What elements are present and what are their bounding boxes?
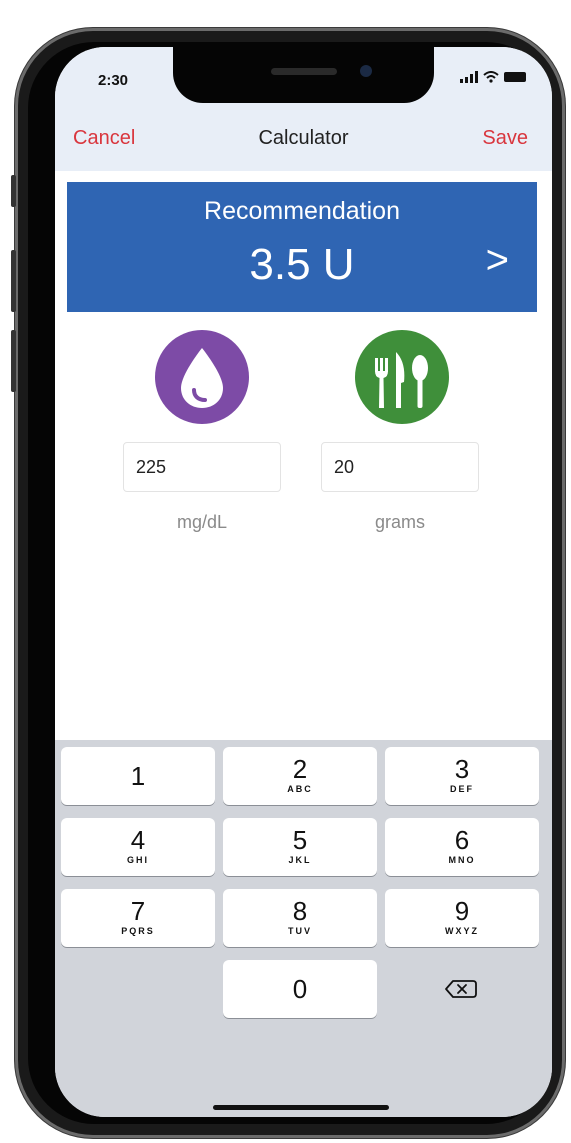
recommendation-banner[interactable]: Recommendation 3.5 U > bbox=[67, 182, 537, 312]
chevron-right-icon[interactable]: > bbox=[486, 238, 509, 283]
fork-knife-spoon-icon bbox=[355, 330, 449, 424]
save-button[interactable]: Save bbox=[482, 127, 528, 150]
volume-down-button bbox=[11, 330, 16, 392]
key-letters: GHI bbox=[126, 855, 149, 865]
backspace-icon bbox=[445, 980, 477, 998]
key-6[interactable]: 6 MNO bbox=[385, 818, 539, 876]
key-digit: 8 bbox=[292, 896, 308, 926]
key-letters: TUV bbox=[288, 926, 312, 936]
key-letters: DEF bbox=[450, 784, 474, 794]
key-letters: PQRS bbox=[121, 926, 155, 936]
blood-drop-icon bbox=[155, 330, 249, 424]
backspace-key[interactable] bbox=[385, 960, 539, 1018]
key-5[interactable]: 5 JKL bbox=[223, 818, 377, 876]
key-digit: 9 bbox=[454, 896, 470, 926]
phone-screen: 2:30 Calculator Cancel Save Recommendati… bbox=[55, 47, 552, 1117]
wifi-icon bbox=[483, 71, 499, 83]
key-digit: 1 bbox=[130, 761, 146, 791]
status-time: 2:30 bbox=[98, 72, 129, 89]
numeric-keypad: 1 2 ABC 3 DEF 4 GHI 5 JKL 6 MNO 7 PQRS 8… bbox=[55, 740, 552, 1117]
glucose-input[interactable]: 225 bbox=[123, 442, 281, 492]
key-digit: 3 bbox=[454, 754, 470, 784]
mute-switch bbox=[11, 175, 16, 207]
key-digit: 5 bbox=[292, 825, 308, 855]
front-camera bbox=[360, 65, 372, 77]
key-letters: WXYZ bbox=[445, 926, 479, 936]
key-9[interactable]: 9 WXYZ bbox=[385, 889, 539, 947]
carbs-unit-label: grams bbox=[374, 512, 425, 532]
key-digit: 7 bbox=[130, 896, 146, 926]
key-0[interactable]: 0 bbox=[223, 960, 377, 1018]
key-8[interactable]: 8 TUV bbox=[223, 889, 377, 947]
home-indicator[interactable] bbox=[213, 1105, 389, 1110]
volume-up-button bbox=[11, 250, 16, 312]
speaker-grille bbox=[271, 68, 337, 75]
key-3[interactable]: 3 DEF bbox=[385, 747, 539, 805]
recommendation-value: 3.5 U bbox=[249, 240, 355, 289]
key-1[interactable]: 1 bbox=[61, 747, 215, 805]
glucose-unit-label: mg/dL bbox=[176, 512, 228, 532]
key-letters: JKL bbox=[288, 855, 312, 865]
recommendation-label: Recommendation bbox=[204, 197, 400, 225]
key-digit: 6 bbox=[454, 825, 470, 855]
status-icons bbox=[460, 71, 526, 83]
carbs-input[interactable]: 20 bbox=[321, 442, 479, 492]
key-letters: MNO bbox=[448, 855, 476, 865]
battery-icon bbox=[504, 72, 526, 82]
signal-icon bbox=[460, 71, 478, 83]
key-digit: 0 bbox=[292, 974, 308, 1004]
cancel-button[interactable]: Cancel bbox=[73, 127, 135, 150]
key-2[interactable]: 2 ABC bbox=[223, 747, 377, 805]
key-4[interactable]: 4 GHI bbox=[61, 818, 215, 876]
notch bbox=[173, 47, 434, 103]
key-digit: 4 bbox=[130, 825, 146, 855]
key-letters: ABC bbox=[287, 784, 313, 794]
key-7[interactable]: 7 PQRS bbox=[61, 889, 215, 947]
key-digit: 2 bbox=[292, 754, 308, 784]
